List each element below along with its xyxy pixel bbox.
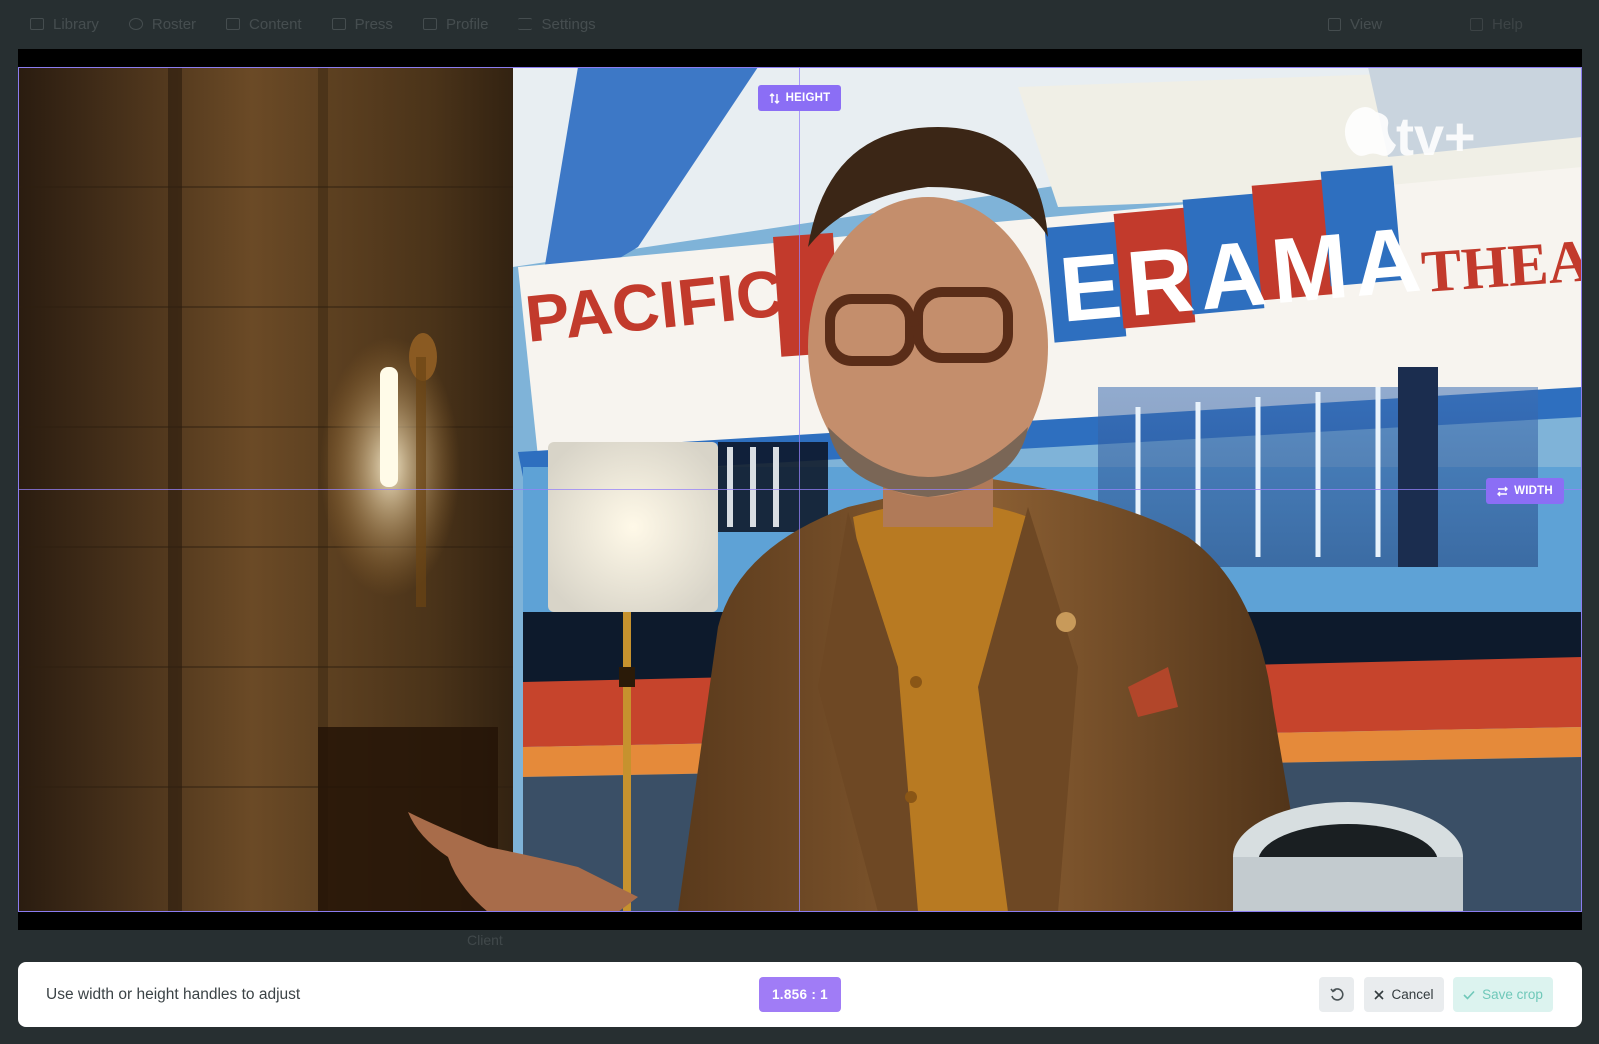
nav-item-content[interactable]: Content (226, 16, 302, 33)
nav-item-profile[interactable]: Profile (422, 15, 489, 33)
help-label: Help (1492, 15, 1523, 33)
horizontal-arrows-icon (1497, 486, 1509, 496)
view-menu[interactable]: View (1328, 0, 1382, 48)
view-label: View (1350, 15, 1383, 33)
help-icon (1470, 17, 1483, 31)
width-handle-label: WIDTH (1514, 485, 1553, 497)
settings-icon (518, 18, 533, 30)
crop-stage: PACIFIC'S ERAMA THEATR tv+ HEIGHT WIDTH (18, 49, 1582, 930)
nav-item-library[interactable]: Library (30, 16, 99, 33)
view-icon (1328, 17, 1341, 31)
help-menu[interactable]: Help (1470, 0, 1523, 48)
cancel-label: Cancel (1391, 987, 1434, 1002)
close-icon (1374, 989, 1385, 1000)
horizontal-guide (18, 489, 1582, 490)
nav-label: Content (249, 15, 302, 33)
save-crop-label: Save crop (1482, 987, 1543, 1002)
press-icon (331, 18, 346, 30)
cancel-button[interactable]: Cancel (1364, 977, 1444, 1012)
content-icon (226, 18, 241, 30)
profile-icon (422, 18, 437, 30)
nav-label: Profile (445, 15, 489, 33)
vertical-arrows-icon (769, 92, 780, 104)
library-icon (30, 18, 44, 30)
undo-icon (1329, 987, 1344, 1001)
save-crop-button[interactable]: Save crop (1453, 977, 1553, 1012)
height-handle[interactable]: HEIGHT (758, 85, 841, 111)
nav-label: Press (354, 15, 393, 33)
reset-button[interactable] (1319, 977, 1354, 1012)
width-handle[interactable]: WIDTH (1486, 478, 1564, 504)
watermark-text: tv+ (1396, 107, 1476, 167)
roster-icon (128, 18, 143, 30)
aspect-ratio-badge: 1.856 : 1 (759, 977, 841, 1012)
nav-item-settings[interactable]: Settings (518, 15, 596, 33)
check-icon (1463, 990, 1475, 1000)
nav-item-press[interactable]: Press (331, 15, 393, 33)
nav-label: Settings (541, 15, 596, 33)
nav-label: Roster (151, 15, 197, 33)
height-handle-label: HEIGHT (785, 92, 831, 104)
underlying-client-label: Client (467, 932, 503, 948)
crop-hint: Use width or height handles to adjust (46, 985, 301, 1003)
nav-item-roster[interactable]: Roster (128, 15, 197, 33)
nav-label: Library (53, 15, 99, 33)
crop-toolbar: Use width or height handles to adjust 1.… (18, 962, 1582, 1027)
